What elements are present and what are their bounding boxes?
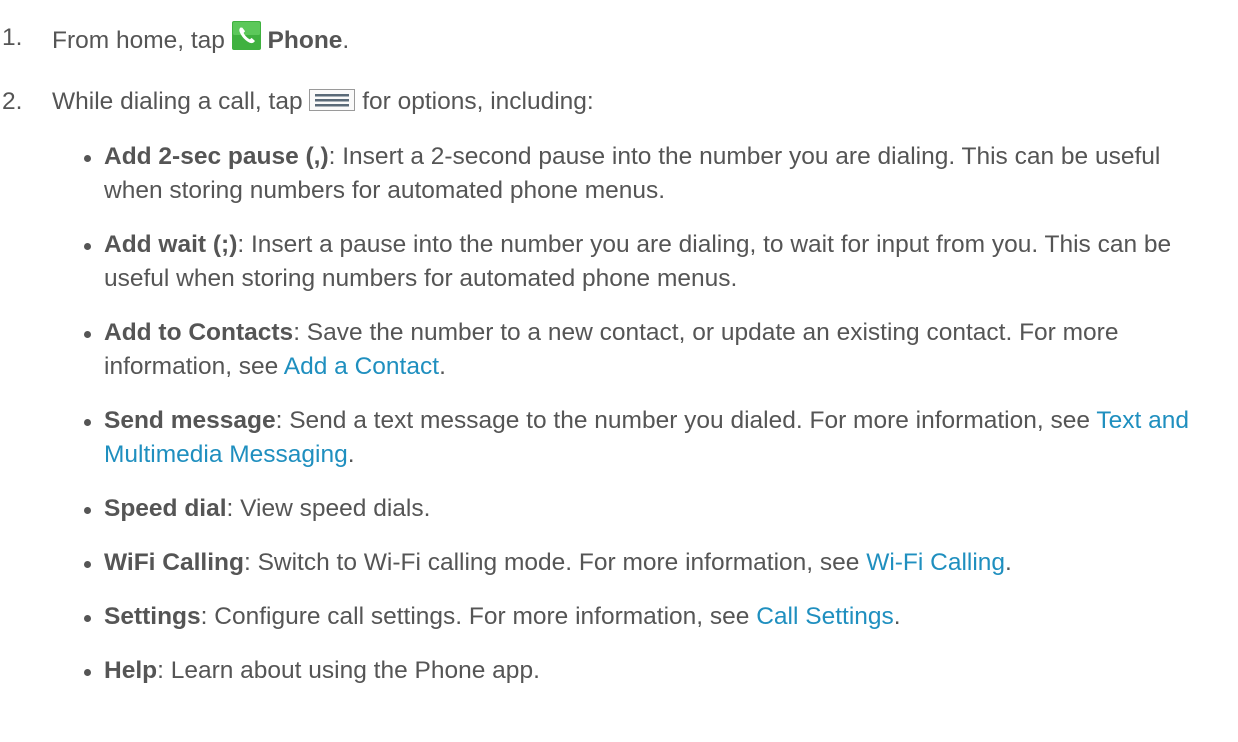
option-term: Send message bbox=[104, 407, 276, 434]
option-description: : Learn about using the Phone app. bbox=[157, 657, 540, 684]
step-2-suffix: for options, including: bbox=[355, 88, 594, 115]
step-1-suffix: . bbox=[342, 27, 350, 54]
option-description: : Send a text message to the number you … bbox=[275, 407, 1097, 434]
option-end: . bbox=[1005, 549, 1012, 576]
option-description: : Configure call settings. For more info… bbox=[200, 603, 757, 630]
step-1-prefix: From home, tap bbox=[52, 27, 232, 54]
help-document: 1. From home, tap Phone. 2. While dialin… bbox=[0, 0, 1238, 742]
step-number: 2. bbox=[2, 88, 23, 115]
option-term: Add to Contacts bbox=[104, 319, 294, 346]
option-description: : View speed dials. bbox=[226, 495, 431, 522]
option-end: . bbox=[439, 353, 446, 380]
step-2-prefix: While dialing a call, tap bbox=[52, 88, 310, 115]
option-term: Help bbox=[104, 657, 158, 684]
list-item: Settings: Configure call settings. For m… bbox=[84, 600, 1204, 634]
list-item: Help: Learn about using the Phone app. bbox=[84, 654, 1204, 688]
step-number: 1. bbox=[2, 24, 23, 51]
menu-icon bbox=[309, 87, 356, 111]
option-end: . bbox=[893, 603, 901, 630]
option-term: Add 2-sec pause (,) bbox=[104, 143, 329, 170]
options-list: Add 2-sec pause (,): Insert a 2-second p… bbox=[84, 140, 1204, 708]
step-text: While dialing a call, tap for options, i… bbox=[52, 85, 594, 119]
phone-app-name: Phone bbox=[267, 27, 343, 54]
option-term: Speed dial bbox=[104, 495, 227, 522]
option-end: . bbox=[347, 441, 355, 468]
option-term: Settings bbox=[104, 603, 201, 630]
list-item: Speed dial: View speed dials. bbox=[84, 492, 1204, 526]
option-description: : Insert a pause into the number you are… bbox=[104, 231, 1172, 292]
phone-app-icon bbox=[231, 21, 261, 50]
option-term: Add wait (;) bbox=[104, 231, 238, 258]
list-item: Add 2-sec pause (,): Insert a 2-second p… bbox=[84, 140, 1204, 208]
wifi-calling-link[interactable]: Wi-Fi Calling bbox=[866, 549, 1005, 576]
list-item: Add wait (;): Insert a pause into the nu… bbox=[84, 228, 1204, 296]
option-description: : Switch to Wi-Fi calling mode. For more… bbox=[243, 549, 867, 576]
call-settings-link[interactable]: Call Settings bbox=[756, 603, 894, 630]
option-term: WiFi Calling bbox=[104, 549, 244, 576]
list-item: Add to Contacts: Save the number to a ne… bbox=[84, 316, 1204, 384]
list-item: WiFi Calling: Switch to Wi-Fi calling mo… bbox=[84, 546, 1204, 580]
step-text: From home, tap Phone. bbox=[52, 21, 349, 58]
list-item: Send message: Send a text message to the… bbox=[84, 404, 1204, 472]
add-a-contact-link[interactable]: Add a Contact bbox=[284, 353, 439, 380]
